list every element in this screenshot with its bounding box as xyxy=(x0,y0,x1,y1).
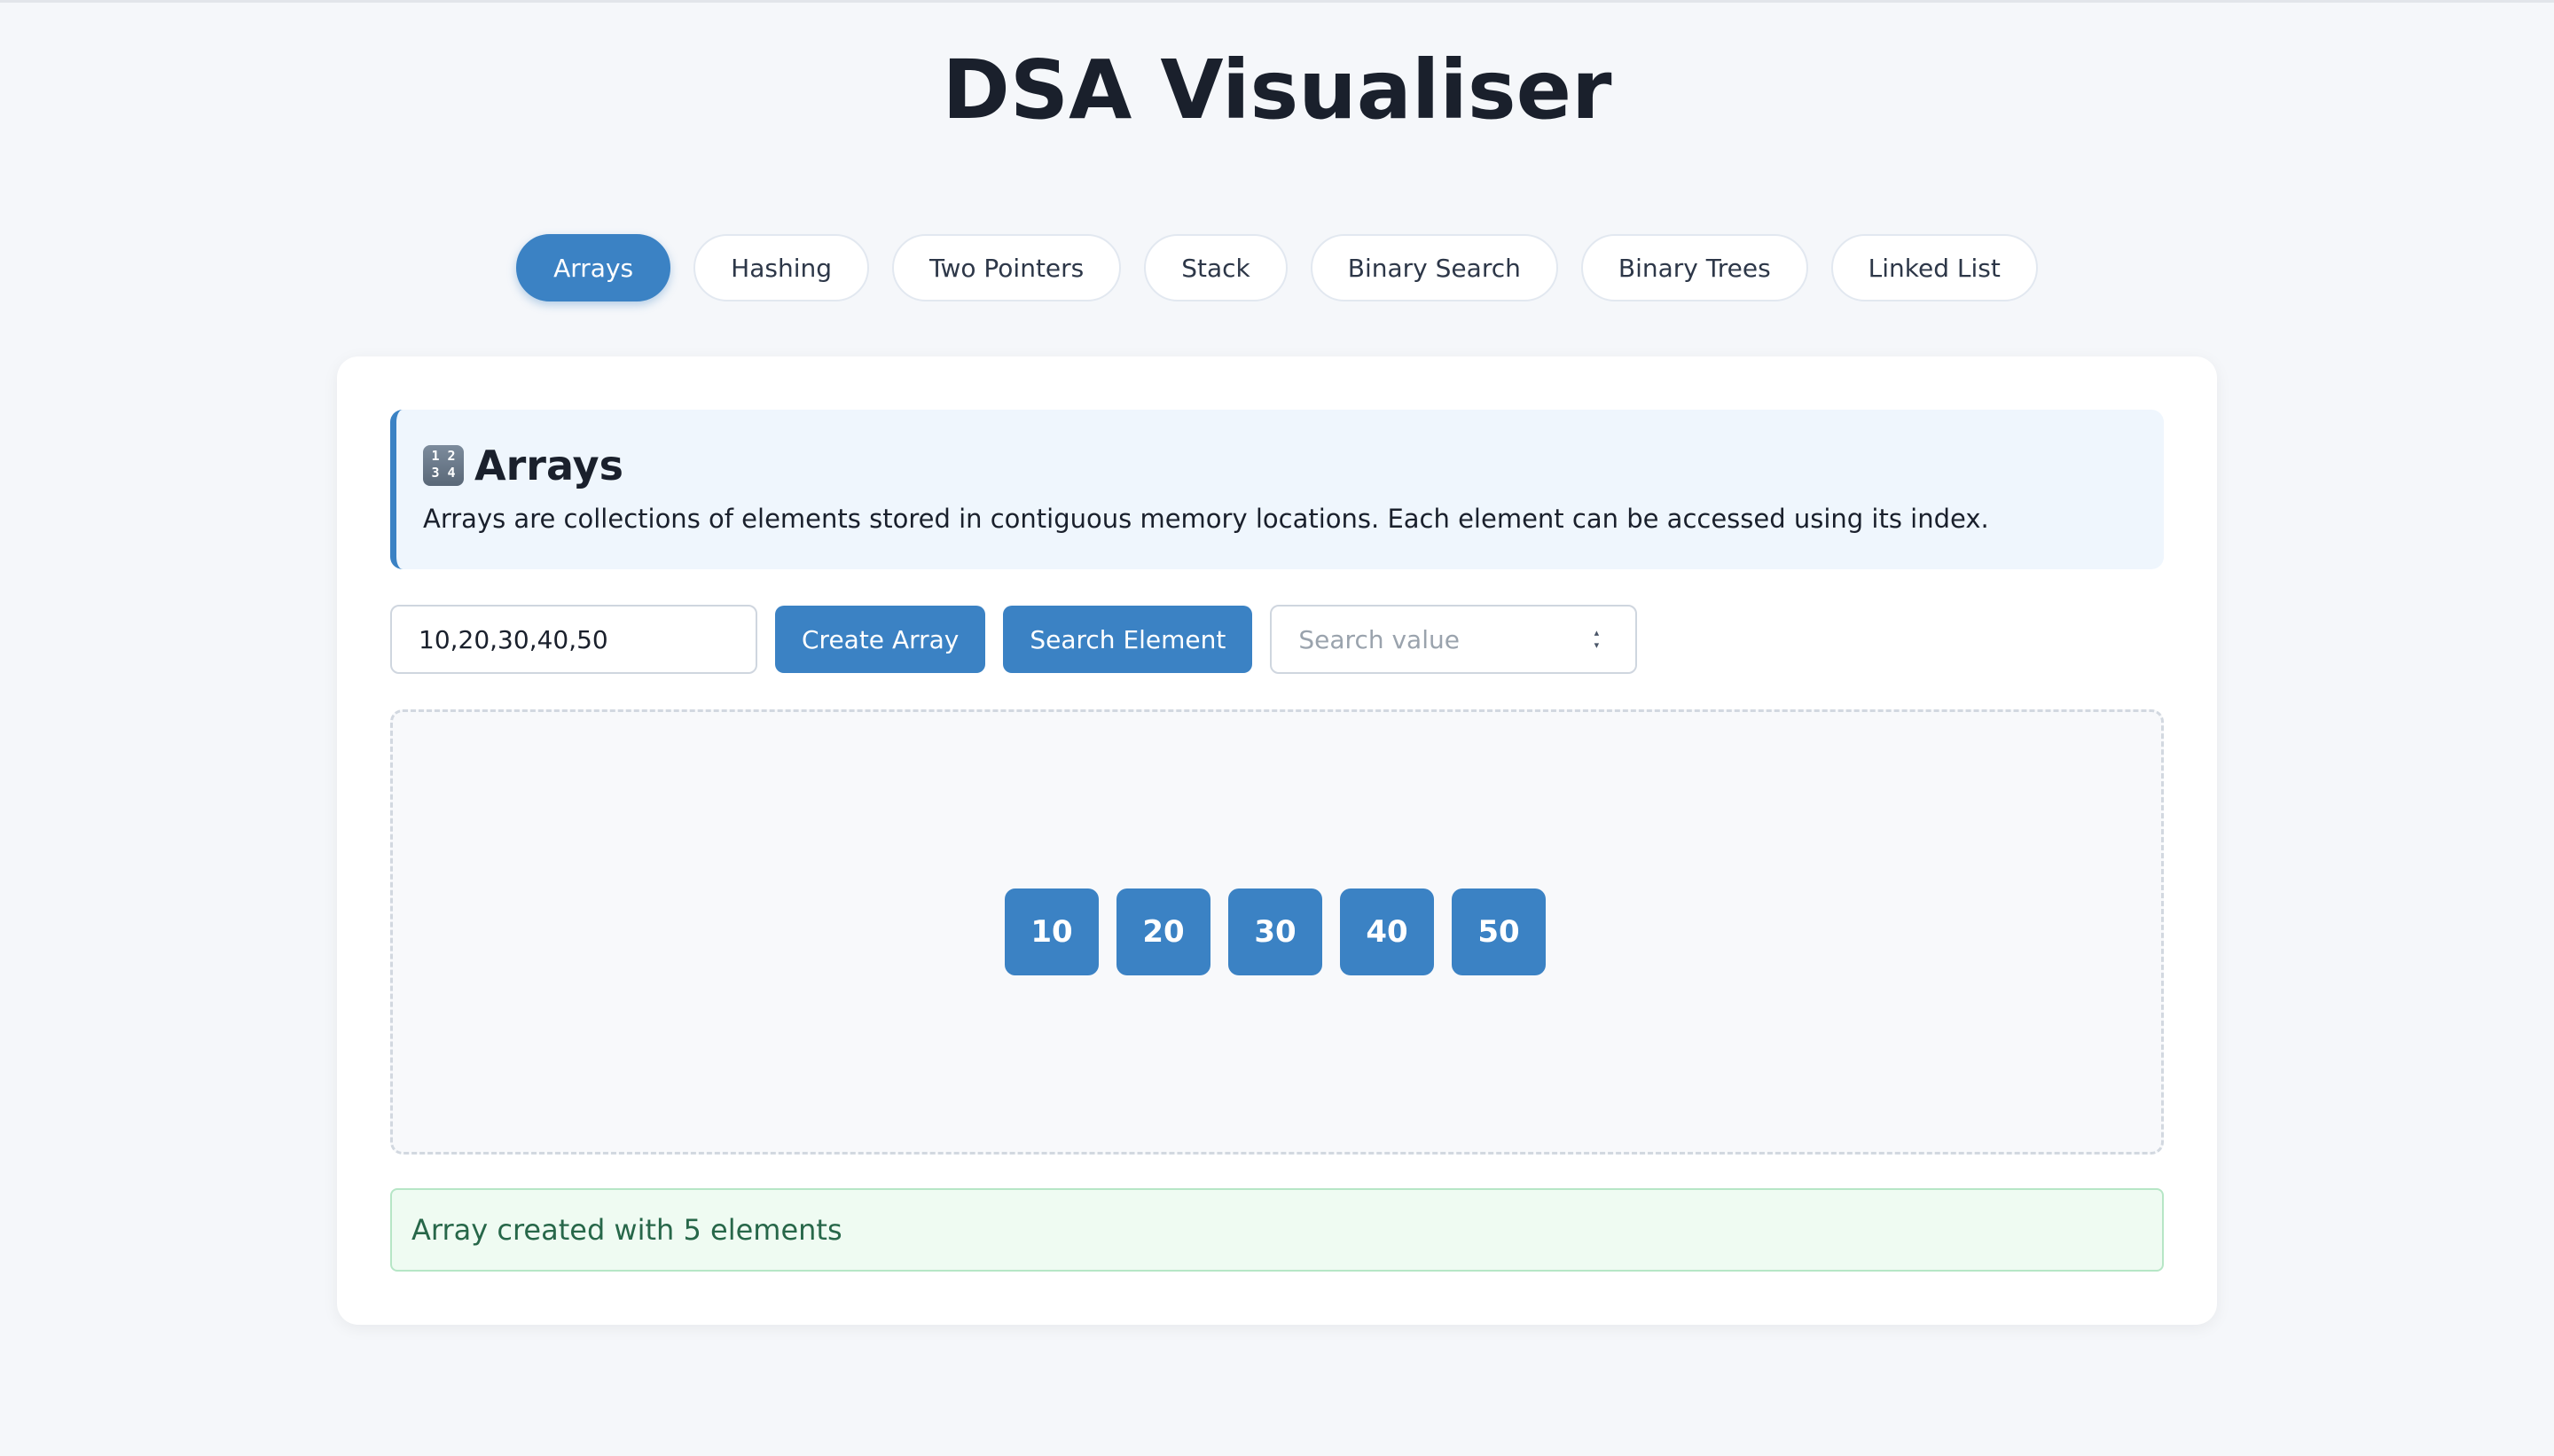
status-message: Array created with 5 elements xyxy=(390,1188,2164,1272)
top-divider xyxy=(0,0,2554,3)
main-card: 1 2 3 4 Arrays Arrays are collections of… xyxy=(337,356,2217,1325)
tab-arrays[interactable]: Arrays xyxy=(516,234,671,301)
section-title: 1 2 3 4 Arrays xyxy=(423,442,623,489)
section-heading: Arrays xyxy=(474,442,623,489)
tab-hashing[interactable]: Hashing xyxy=(693,234,869,301)
array-cell: 50 xyxy=(1452,888,1546,975)
spinner-up-icon[interactable]: ▴ xyxy=(1594,628,1600,638)
array-input[interactable] xyxy=(390,605,757,674)
page-title: DSA Visualiser xyxy=(942,43,1612,137)
visualization-area: 10 20 30 40 50 xyxy=(390,709,2164,1155)
section-description: Arrays are collections of elements store… xyxy=(423,504,1989,534)
tab-bar: Arrays Hashing Two Pointers Stack Binary… xyxy=(0,234,2554,301)
search-value-input[interactable] xyxy=(1270,605,1638,674)
info-panel: 1 2 3 4 Arrays Arrays are collections of… xyxy=(390,410,2164,569)
number-spinner[interactable]: ▴ ▾ xyxy=(1589,628,1603,651)
tab-binary-search[interactable]: Binary Search xyxy=(1310,234,1558,301)
tab-stack[interactable]: Stack xyxy=(1144,234,1288,301)
tab-binary-trees[interactable]: Binary Trees xyxy=(1580,234,1808,301)
input-numbers-icon: 1 2 3 4 xyxy=(423,445,464,486)
spinner-down-icon[interactable]: ▾ xyxy=(1594,640,1600,651)
numbers-icon-bottom: 3 4 xyxy=(431,465,456,481)
tab-two-pointers[interactable]: Two Pointers xyxy=(892,234,1122,301)
array-cell: 40 xyxy=(1340,888,1434,975)
search-value-field: ▴ ▾ xyxy=(1270,605,1638,674)
numbers-icon-top: 1 2 xyxy=(431,448,456,464)
create-array-button[interactable]: Create Array xyxy=(775,606,986,673)
tab-linked-list[interactable]: Linked List xyxy=(1830,234,2038,301)
array-cells: 10 20 30 40 50 xyxy=(391,712,2159,1152)
search-element-button[interactable]: Search Element xyxy=(1003,606,1253,673)
array-cell: 20 xyxy=(1116,888,1210,975)
controls-row: Create Array Search Element ▴ ▾ xyxy=(390,605,1638,674)
array-cell: 10 xyxy=(1005,888,1099,975)
array-cell: 30 xyxy=(1228,888,1322,975)
